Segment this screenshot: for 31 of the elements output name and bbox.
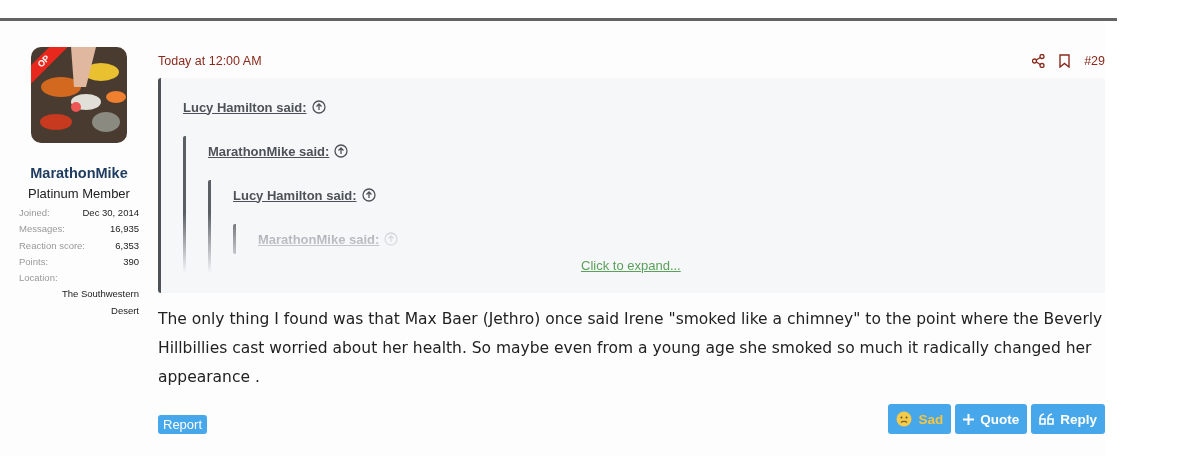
avatar-picture-frame[interactable]: OP: [31, 47, 127, 143]
post-body-text: The only thing I found was that Max Baer (Jethro) once said Irene "smoked like a chimney" to the point where the Beverly Hillbillies cast worried about her health. So maybe even from a young age she smoked so much it radically changed her appearance .: [158, 309, 1104, 388]
username-link[interactable]: MarathonMike: [30, 165, 128, 181]
stat-value: 16,935: [109, 222, 139, 237]
share-icon[interactable]: [1032, 54, 1046, 68]
sad-face-icon: [896, 411, 913, 427]
post-date-link[interactable]: Today at 12:00 AM: [158, 54, 262, 68]
location-text: The Southwestern Desert: [60, 287, 139, 318]
arrow-up-icon[interactable]: [311, 100, 326, 114]
arrow-up-icon[interactable]: [361, 188, 376, 202]
bookmark-icon[interactable]: [1059, 54, 1071, 68]
quote-author-link[interactable]: MarathonMike said:: [208, 143, 330, 159]
arrow-up-icon[interactable]: [334, 144, 349, 158]
stat-value: 390: [123, 254, 139, 269]
user-title: Platinum Member: [28, 186, 130, 201]
stat-label: Messages:: [19, 222, 65, 237]
expand-link[interactable]: Click to expand...: [581, 258, 681, 273]
report-button[interactable]: Report: [158, 415, 208, 434]
stat-value: Dec 30, 2014: [82, 206, 139, 220]
stat-value: 6,353: [115, 238, 139, 253]
stat-label: Joined:: [19, 206, 50, 220]
post-number-link[interactable]: #29: [1084, 54, 1105, 68]
stat-label: Reaction score:: [19, 238, 85, 253]
plus-icon: [963, 413, 975, 425]
reply-button[interactable]: Reply: [1031, 404, 1105, 434]
stat-label: Points:: [19, 254, 49, 269]
quote-author-link[interactable]: Lucy Hamilton said:: [183, 99, 307, 115]
quote-button[interactable]: Quote: [955, 404, 1028, 434]
quote-marks-icon: [1039, 413, 1055, 425]
quote-author-link[interactable]: Lucy Hamilton said:: [233, 187, 357, 203]
stat-label: Location:: [19, 272, 58, 284]
